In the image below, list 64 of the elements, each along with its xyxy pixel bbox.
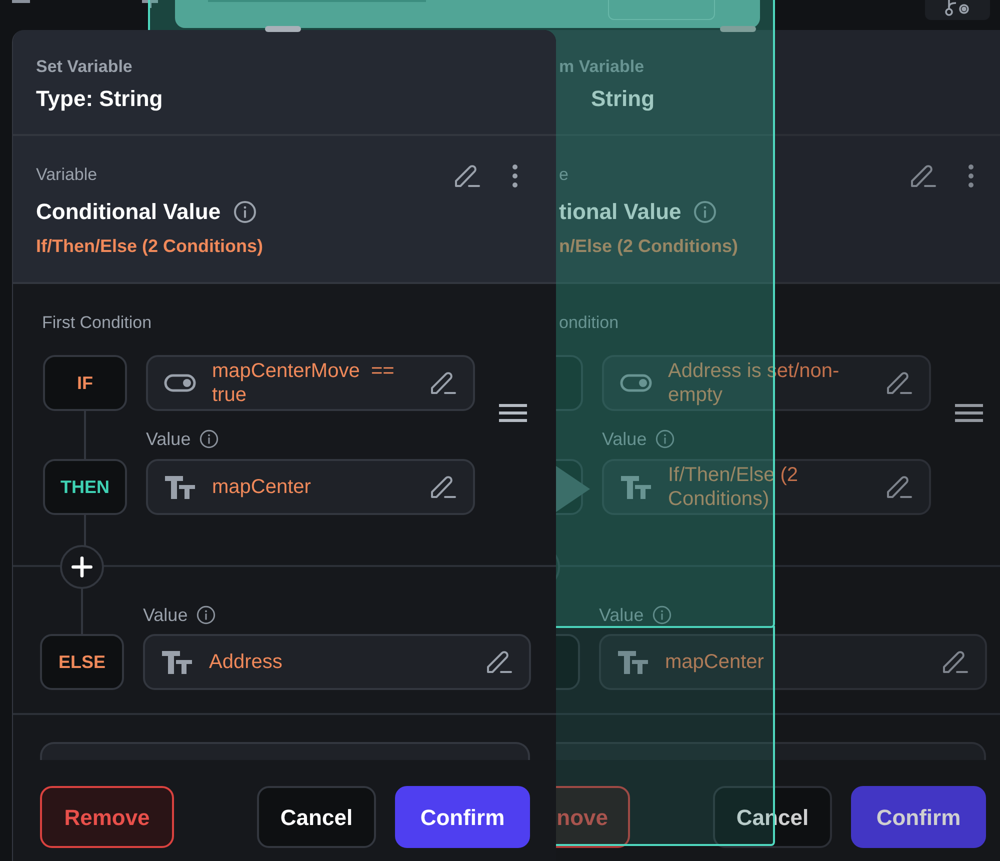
- then-block: THEN: [43, 459, 127, 515]
- value-field[interactable]: Address: [143, 634, 531, 690]
- condition-heading: First Condition: [41, 312, 153, 334]
- info-icon: [652, 605, 672, 625]
- edit-icon[interactable]: [885, 369, 913, 397]
- drag-handle-icon[interactable]: [499, 403, 527, 423]
- value-label: Value: [146, 429, 191, 449]
- value-text: If/Then/Else (2 Conditions): [668, 463, 800, 511]
- value-field[interactable]: mapCenter: [599, 634, 987, 690]
- panel-subtitle: m Variable: [559, 56, 646, 78]
- text-type-icon: [620, 474, 652, 500]
- info-icon: [196, 605, 216, 625]
- drag-handle[interactable]: [720, 26, 756, 32]
- value-field[interactable]: mapCenterMove == true: [146, 355, 475, 411]
- value-label: Value: [143, 605, 188, 625]
- zoom-out-icon[interactable]: [12, 0, 30, 4]
- zoom-in-icon[interactable]: [142, 0, 158, 8]
- more-options-icon[interactable]: [511, 164, 519, 188]
- value-label: Value: [602, 429, 647, 449]
- cancel-button[interactable]: Cancel: [257, 786, 376, 848]
- panel-title: String: [590, 85, 656, 113]
- condition-heading: ondition: [558, 312, 620, 334]
- info-icon: [654, 429, 675, 449]
- value-text: Address: [209, 650, 284, 674]
- else-block: ELSE: [40, 634, 124, 690]
- value-text: mapCenter: [212, 475, 312, 499]
- toggle-icon: [164, 374, 196, 392]
- confirm-button[interactable]: Confirm: [851, 786, 986, 848]
- drag-handle-icon[interactable]: [955, 403, 983, 423]
- variable-name: tional Value: [559, 198, 682, 226]
- panel-subtitle: Set Variable: [36, 56, 134, 78]
- add-condition-icon[interactable]: [60, 545, 104, 589]
- edit-icon[interactable]: [429, 473, 457, 501]
- remove-button[interactable]: Remove: [40, 786, 174, 848]
- variable-summary: If/Then/Else (2 Conditions): [36, 235, 264, 258]
- edit-icon[interactable]: [885, 473, 913, 501]
- variable-label: Variable: [36, 164, 98, 186]
- value-text: mapCenter: [665, 650, 765, 674]
- info-icon: [232, 200, 257, 224]
- info-icon: [693, 200, 718, 224]
- if-block: IF: [43, 355, 127, 411]
- value-text: mapCenterMove == true: [212, 359, 396, 407]
- confirm-button[interactable]: Confirm: [395, 786, 530, 848]
- variable-label: e: [559, 164, 570, 186]
- text-type-icon: [164, 474, 196, 500]
- edit-icon[interactable]: [485, 648, 513, 676]
- value-field[interactable]: mapCenter: [146, 459, 475, 515]
- edit-icon[interactable]: [909, 162, 937, 190]
- triangle-icon: [556, 466, 590, 512]
- text-type-icon: [617, 649, 649, 675]
- variable-name: Conditional Value: [36, 198, 221, 226]
- variable-summary: n/Else (2 Conditions): [559, 235, 738, 258]
- branch-settings-icon[interactable]: [925, 0, 990, 20]
- panel-title: Type: String: [36, 85, 164, 113]
- drag-handle[interactable]: [265, 26, 301, 32]
- more-options-icon[interactable]: [967, 164, 975, 188]
- value-field[interactable]: If/Then/Else (2 Conditions): [602, 459, 931, 515]
- edit-icon[interactable]: [429, 369, 457, 397]
- toggle-icon: [620, 374, 652, 392]
- value-label: Value: [599, 605, 644, 625]
- text-type-icon: [161, 649, 193, 675]
- edit-icon[interactable]: [941, 648, 969, 676]
- info-icon: [198, 429, 219, 449]
- edit-icon[interactable]: [453, 162, 481, 190]
